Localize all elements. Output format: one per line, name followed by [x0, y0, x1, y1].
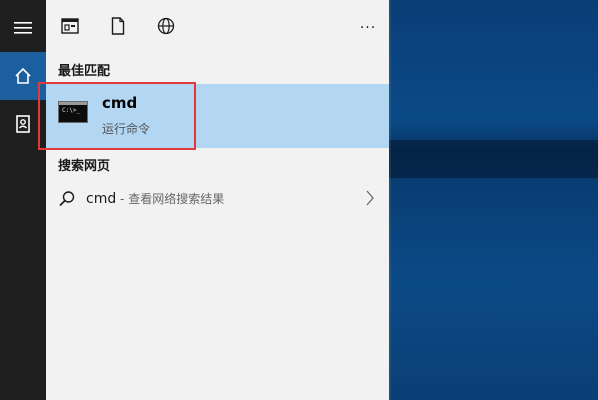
chevron-right-icon [365, 190, 375, 210]
web-icon [157, 17, 175, 39]
command-prompt-icon: C:\>_ [58, 101, 88, 123]
result-subtitle: 运行命令 [102, 122, 151, 136]
more-options-icon: ··· [359, 20, 377, 36]
best-match-result-cmd[interactable]: C:\>_ cmd 运行命令 [46, 84, 389, 148]
hamburger-menu-button[interactable] [0, 4, 46, 52]
web-search-query: cmd [86, 191, 117, 207]
apps-filter-button[interactable] [58, 16, 82, 40]
apps-icon [61, 18, 79, 38]
hamburger-menu-icon [14, 21, 32, 35]
result-title: cmd [102, 94, 138, 112]
search-icon [58, 190, 76, 212]
search-panel: ··· 最佳匹配 C:\>_ cmd 运行命令 搜索网页 cmd - 查看网络搜… [46, 0, 389, 400]
home-button[interactable] [0, 52, 46, 100]
notebook-icon [15, 115, 31, 133]
web-search-heading: 搜索网页 [58, 159, 111, 174]
web-search-hint: - 查看网络搜索结果 [116, 192, 225, 206]
search-filter-toolbar: ··· [46, 0, 389, 52]
web-search-result[interactable]: cmd - 查看网络搜索结果 [46, 178, 389, 218]
left-rail [0, 0, 46, 400]
documents-filter-button[interactable] [106, 16, 130, 40]
documents-icon [111, 17, 125, 39]
best-match-heading: 最佳匹配 [58, 64, 111, 79]
web-filter-button[interactable] [154, 16, 178, 40]
desktop-wallpaper [389, 0, 598, 400]
notebook-button[interactable] [0, 100, 46, 148]
more-options-button[interactable]: ··· [356, 16, 380, 40]
home-icon [14, 67, 32, 85]
